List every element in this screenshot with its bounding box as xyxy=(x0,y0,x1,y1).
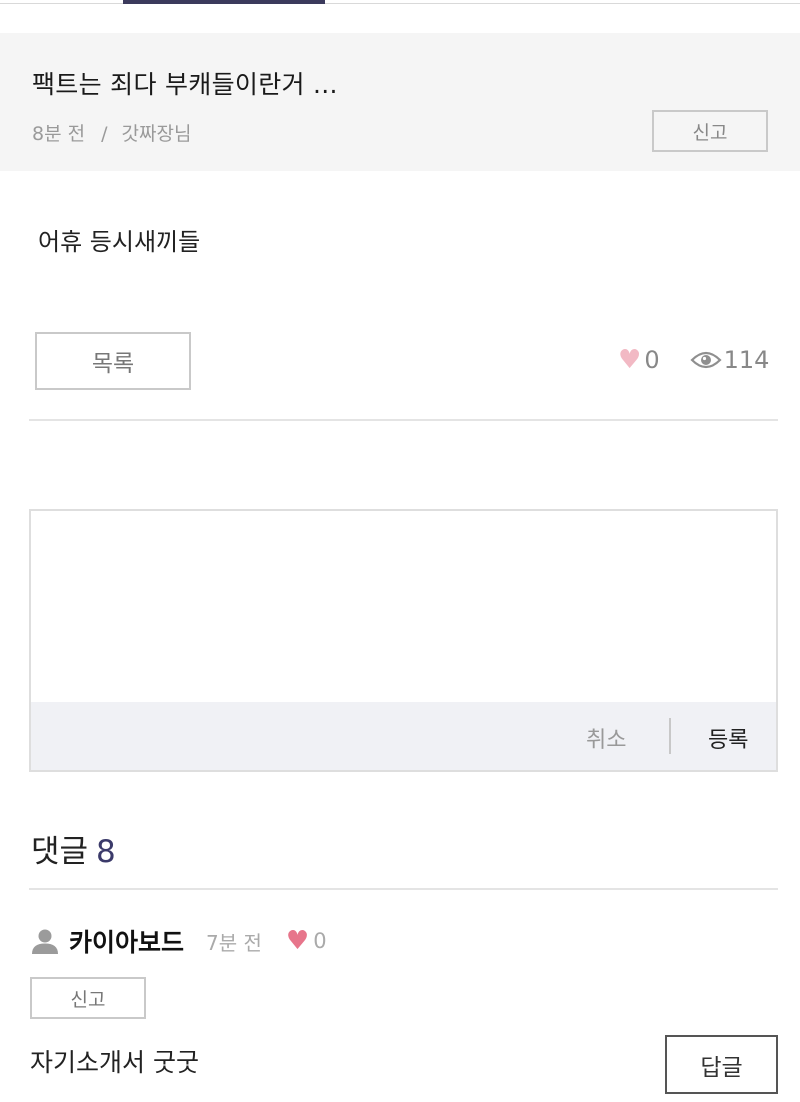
comment-author[interactable]: 카이아보드 xyxy=(69,923,184,959)
post-body: 어휴 등시새끼들 xyxy=(38,228,201,256)
view-count: 114 xyxy=(723,346,770,374)
post-meta: 8분 전 / 갓짜장님 xyxy=(32,119,191,146)
user-icon xyxy=(32,929,58,954)
post-stats: ♥ 0 114 xyxy=(618,342,769,378)
comment-like-count: 0 xyxy=(313,929,327,953)
comments-heading-label: 댓글 xyxy=(31,834,89,870)
comments-heading: 댓글 8 xyxy=(31,826,116,871)
divider xyxy=(29,888,778,890)
divider xyxy=(29,419,778,421)
heart-icon[interactable]: ♥ xyxy=(286,926,309,956)
report-button[interactable]: 신고 xyxy=(652,110,768,152)
eye-icon xyxy=(690,351,722,369)
top-tab-bar xyxy=(0,0,800,4)
post-author[interactable]: 갓짜장님 xyxy=(122,123,192,145)
comment-header: 카이아보드 7분 전 ♥ 0 xyxy=(31,922,327,960)
comment-text: 자기소개서 굿굿 xyxy=(30,1048,199,1077)
comment-form: 취소 등록 xyxy=(29,509,778,772)
meta-separator: / xyxy=(101,123,108,145)
post-header: 팩트는 죄다 부캐들이란거 ... 8분 전 / 갓짜장님 신고 xyxy=(0,33,800,171)
active-tab-indicator xyxy=(123,0,325,4)
post-title: 팩트는 죄다 부캐들이란거 ... xyxy=(32,70,338,99)
list-button[interactable]: 목록 xyxy=(35,332,191,390)
reply-button[interactable]: 답글 xyxy=(665,1035,778,1094)
submit-button[interactable]: 등록 xyxy=(708,722,748,754)
comment-report-button[interactable]: 신고 xyxy=(30,977,146,1019)
like-count: 0 xyxy=(644,346,660,374)
comment-input[interactable] xyxy=(31,511,776,702)
comments-count: 8 xyxy=(96,834,116,870)
post-time: 8분 전 xyxy=(32,123,86,145)
comment-time: 7분 전 xyxy=(206,930,262,955)
comment-action-bar: 취소 등록 xyxy=(31,702,776,770)
cancel-button[interactable]: 취소 xyxy=(586,722,626,754)
action-divider xyxy=(669,718,671,754)
heart-icon[interactable]: ♥ xyxy=(618,345,641,375)
